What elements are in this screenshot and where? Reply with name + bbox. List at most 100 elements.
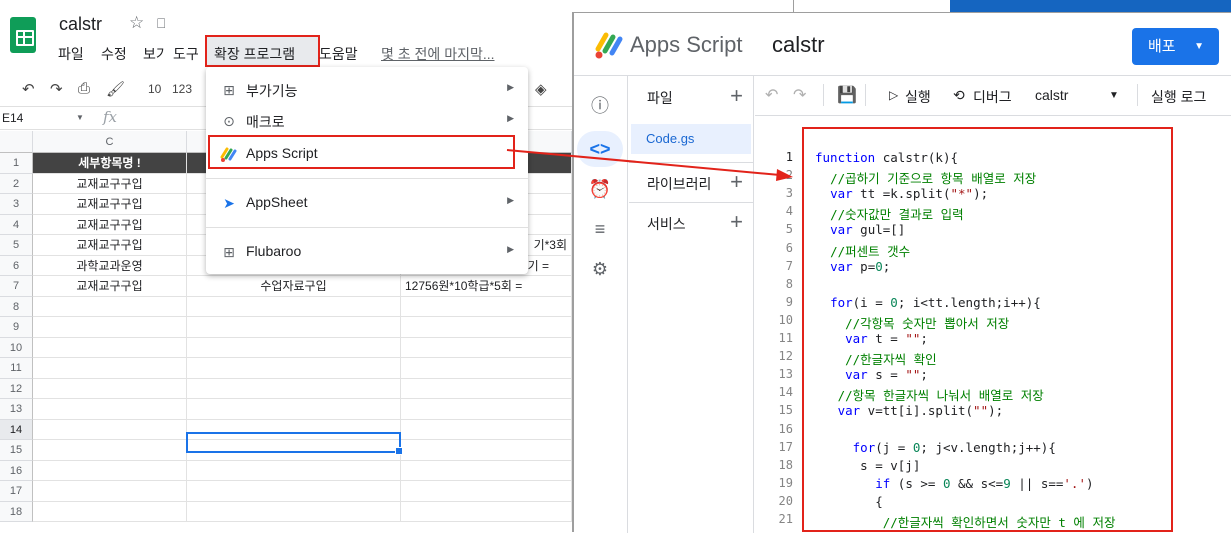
cell[interactable]	[187, 337, 401, 358]
cell[interactable]	[401, 501, 572, 522]
cell[interactable]	[187, 460, 401, 481]
cell[interactable]	[33, 440, 187, 461]
cell[interactable]	[401, 317, 572, 338]
zoom-select[interactable]: 10	[148, 82, 161, 96]
doc-title[interactable]: calstr	[59, 14, 102, 35]
info-icon[interactable]: ⓘ	[588, 94, 612, 118]
cell[interactable]	[401, 378, 572, 399]
cell[interactable]	[33, 296, 187, 317]
row-header[interactable]: 9	[0, 317, 33, 338]
run-button[interactable]: 실행	[905, 87, 931, 107]
cell[interactable]	[187, 296, 401, 317]
cell[interactable]	[33, 317, 187, 338]
run-icon[interactable]: ▷	[889, 88, 898, 102]
cell[interactable]: 세부항목명 !	[33, 153, 187, 174]
row-header[interactable]: 15	[0, 440, 33, 461]
cell[interactable]: 교재교구구입	[33, 276, 187, 297]
cell[interactable]: 교재교구구입	[33, 214, 187, 235]
cell[interactable]	[401, 460, 572, 481]
settings-gear-icon[interactable]: ⚙	[588, 257, 612, 281]
execution-log-button[interactable]: 실행 로그	[1151, 87, 1206, 107]
menu-extensions[interactable]: 확장 프로그램	[214, 44, 295, 64]
redo-icon[interactable]: ↷	[50, 80, 63, 98]
caret-down-icon[interactable]: ▼	[1109, 90, 1119, 101]
row-header[interactable]: 13	[0, 399, 33, 420]
file-code-gs[interactable]: Code.gs	[631, 124, 751, 154]
cell[interactable]	[187, 358, 401, 379]
cell[interactable]: 교재교구구입	[33, 235, 187, 256]
cell[interactable]	[401, 337, 572, 358]
cell[interactable]	[33, 419, 187, 440]
row-header[interactable]: 16	[0, 460, 33, 481]
number-format-select[interactable]: 123	[172, 82, 192, 96]
cell[interactable]: 12756원*10학급*5회 =	[401, 276, 572, 297]
menu-item-addons[interactable]: ⊞ 부가기능 ▶	[206, 74, 528, 104]
save-icon[interactable]: 💾	[837, 85, 857, 105]
row-header[interactable]: 12	[0, 378, 33, 399]
cell[interactable]	[33, 501, 187, 522]
cell[interactable]	[401, 296, 572, 317]
menu-view[interactable]: 보기	[143, 44, 165, 64]
debug-button[interactable]: 디버그	[973, 87, 1012, 107]
menu-edit[interactable]: 수정	[101, 44, 127, 64]
row-header[interactable]: 5	[0, 235, 33, 256]
cell[interactable]	[401, 399, 572, 420]
selected-cell[interactable]	[186, 432, 403, 455]
add-file-icon[interactable]: +	[730, 85, 743, 107]
deploy-button[interactable]: 배포 ▼	[1132, 28, 1219, 65]
print-icon[interactable]: ⎙	[78, 80, 90, 97]
menu-item-flubaroo[interactable]: ⊞ Flubaroo ▶	[206, 236, 528, 266]
name-box[interactable]: E14	[2, 111, 23, 125]
cell[interactable]	[33, 358, 187, 379]
name-box-dropdown-icon[interactable]: ▼	[76, 113, 84, 122]
row-header[interactable]: 11	[0, 358, 33, 379]
menu-help[interactable]: 도움말	[319, 44, 358, 64]
cell[interactable]: 교재교구구입	[33, 173, 187, 194]
add-service-icon[interactable]: +	[730, 211, 743, 233]
function-select[interactable]: calstr	[1035, 87, 1068, 103]
cell[interactable]	[401, 481, 572, 502]
cell[interactable]	[401, 419, 572, 440]
menu-item-apps-script[interactable]: Apps Script	[206, 138, 528, 168]
last-edit-link[interactable]: 몇 초 전에 마지막...	[381, 44, 495, 64]
row-header[interactable]: 1	[0, 153, 33, 174]
cell[interactable]	[187, 317, 401, 338]
row-header[interactable]: 4	[0, 214, 33, 235]
cell[interactable]	[187, 481, 401, 502]
add-library-icon[interactable]: +	[730, 171, 743, 193]
menu-tools[interactable]: 도구	[173, 44, 199, 64]
cell[interactable]	[33, 460, 187, 481]
row-header[interactable]: 17	[0, 481, 33, 502]
menu-item-macros[interactable]: ⊙ 매크로 ▶	[206, 105, 528, 135]
row-header[interactable]: 18	[0, 501, 33, 522]
menu-file[interactable]: 파일	[58, 44, 84, 64]
cell[interactable]: 수업자료구입	[187, 276, 401, 297]
project-title[interactable]: calstr	[772, 32, 825, 58]
sheets-logo-icon[interactable]	[10, 17, 36, 53]
cell[interactable]	[33, 337, 187, 358]
cell[interactable]	[33, 399, 187, 420]
row-header[interactable]: 8	[0, 296, 33, 317]
paint-format-icon[interactable]: 🖌	[106, 80, 125, 98]
column-header-c[interactable]: C	[33, 131, 187, 153]
fill-color-icon[interactable]: ◈	[535, 80, 547, 98]
cell[interactable]	[401, 440, 572, 461]
cell[interactable]: 교재교구구입	[33, 194, 187, 215]
cell[interactable]	[401, 358, 572, 379]
undo-icon[interactable]: ↶	[765, 85, 778, 105]
cell[interactable]	[33, 481, 187, 502]
row-header[interactable]: 2	[0, 173, 33, 194]
row-header[interactable]: 7	[0, 276, 33, 297]
cell[interactable]	[33, 378, 187, 399]
row-header[interactable]: 14	[0, 419, 33, 440]
triggers-clock-icon[interactable]: ⏰	[588, 177, 612, 201]
debug-icon[interactable]: ⟲	[953, 87, 965, 104]
cell[interactable]	[187, 501, 401, 522]
undo-icon[interactable]: ↶	[22, 80, 35, 98]
cell[interactable]: 과학교과운영	[33, 255, 187, 276]
redo-icon[interactable]: ↷	[793, 85, 806, 105]
apps-script-logo-icon[interactable]	[594, 29, 624, 59]
cell[interactable]	[187, 378, 401, 399]
row-header[interactable]: 3	[0, 194, 33, 215]
executions-icon[interactable]: ≡	[588, 217, 612, 241]
